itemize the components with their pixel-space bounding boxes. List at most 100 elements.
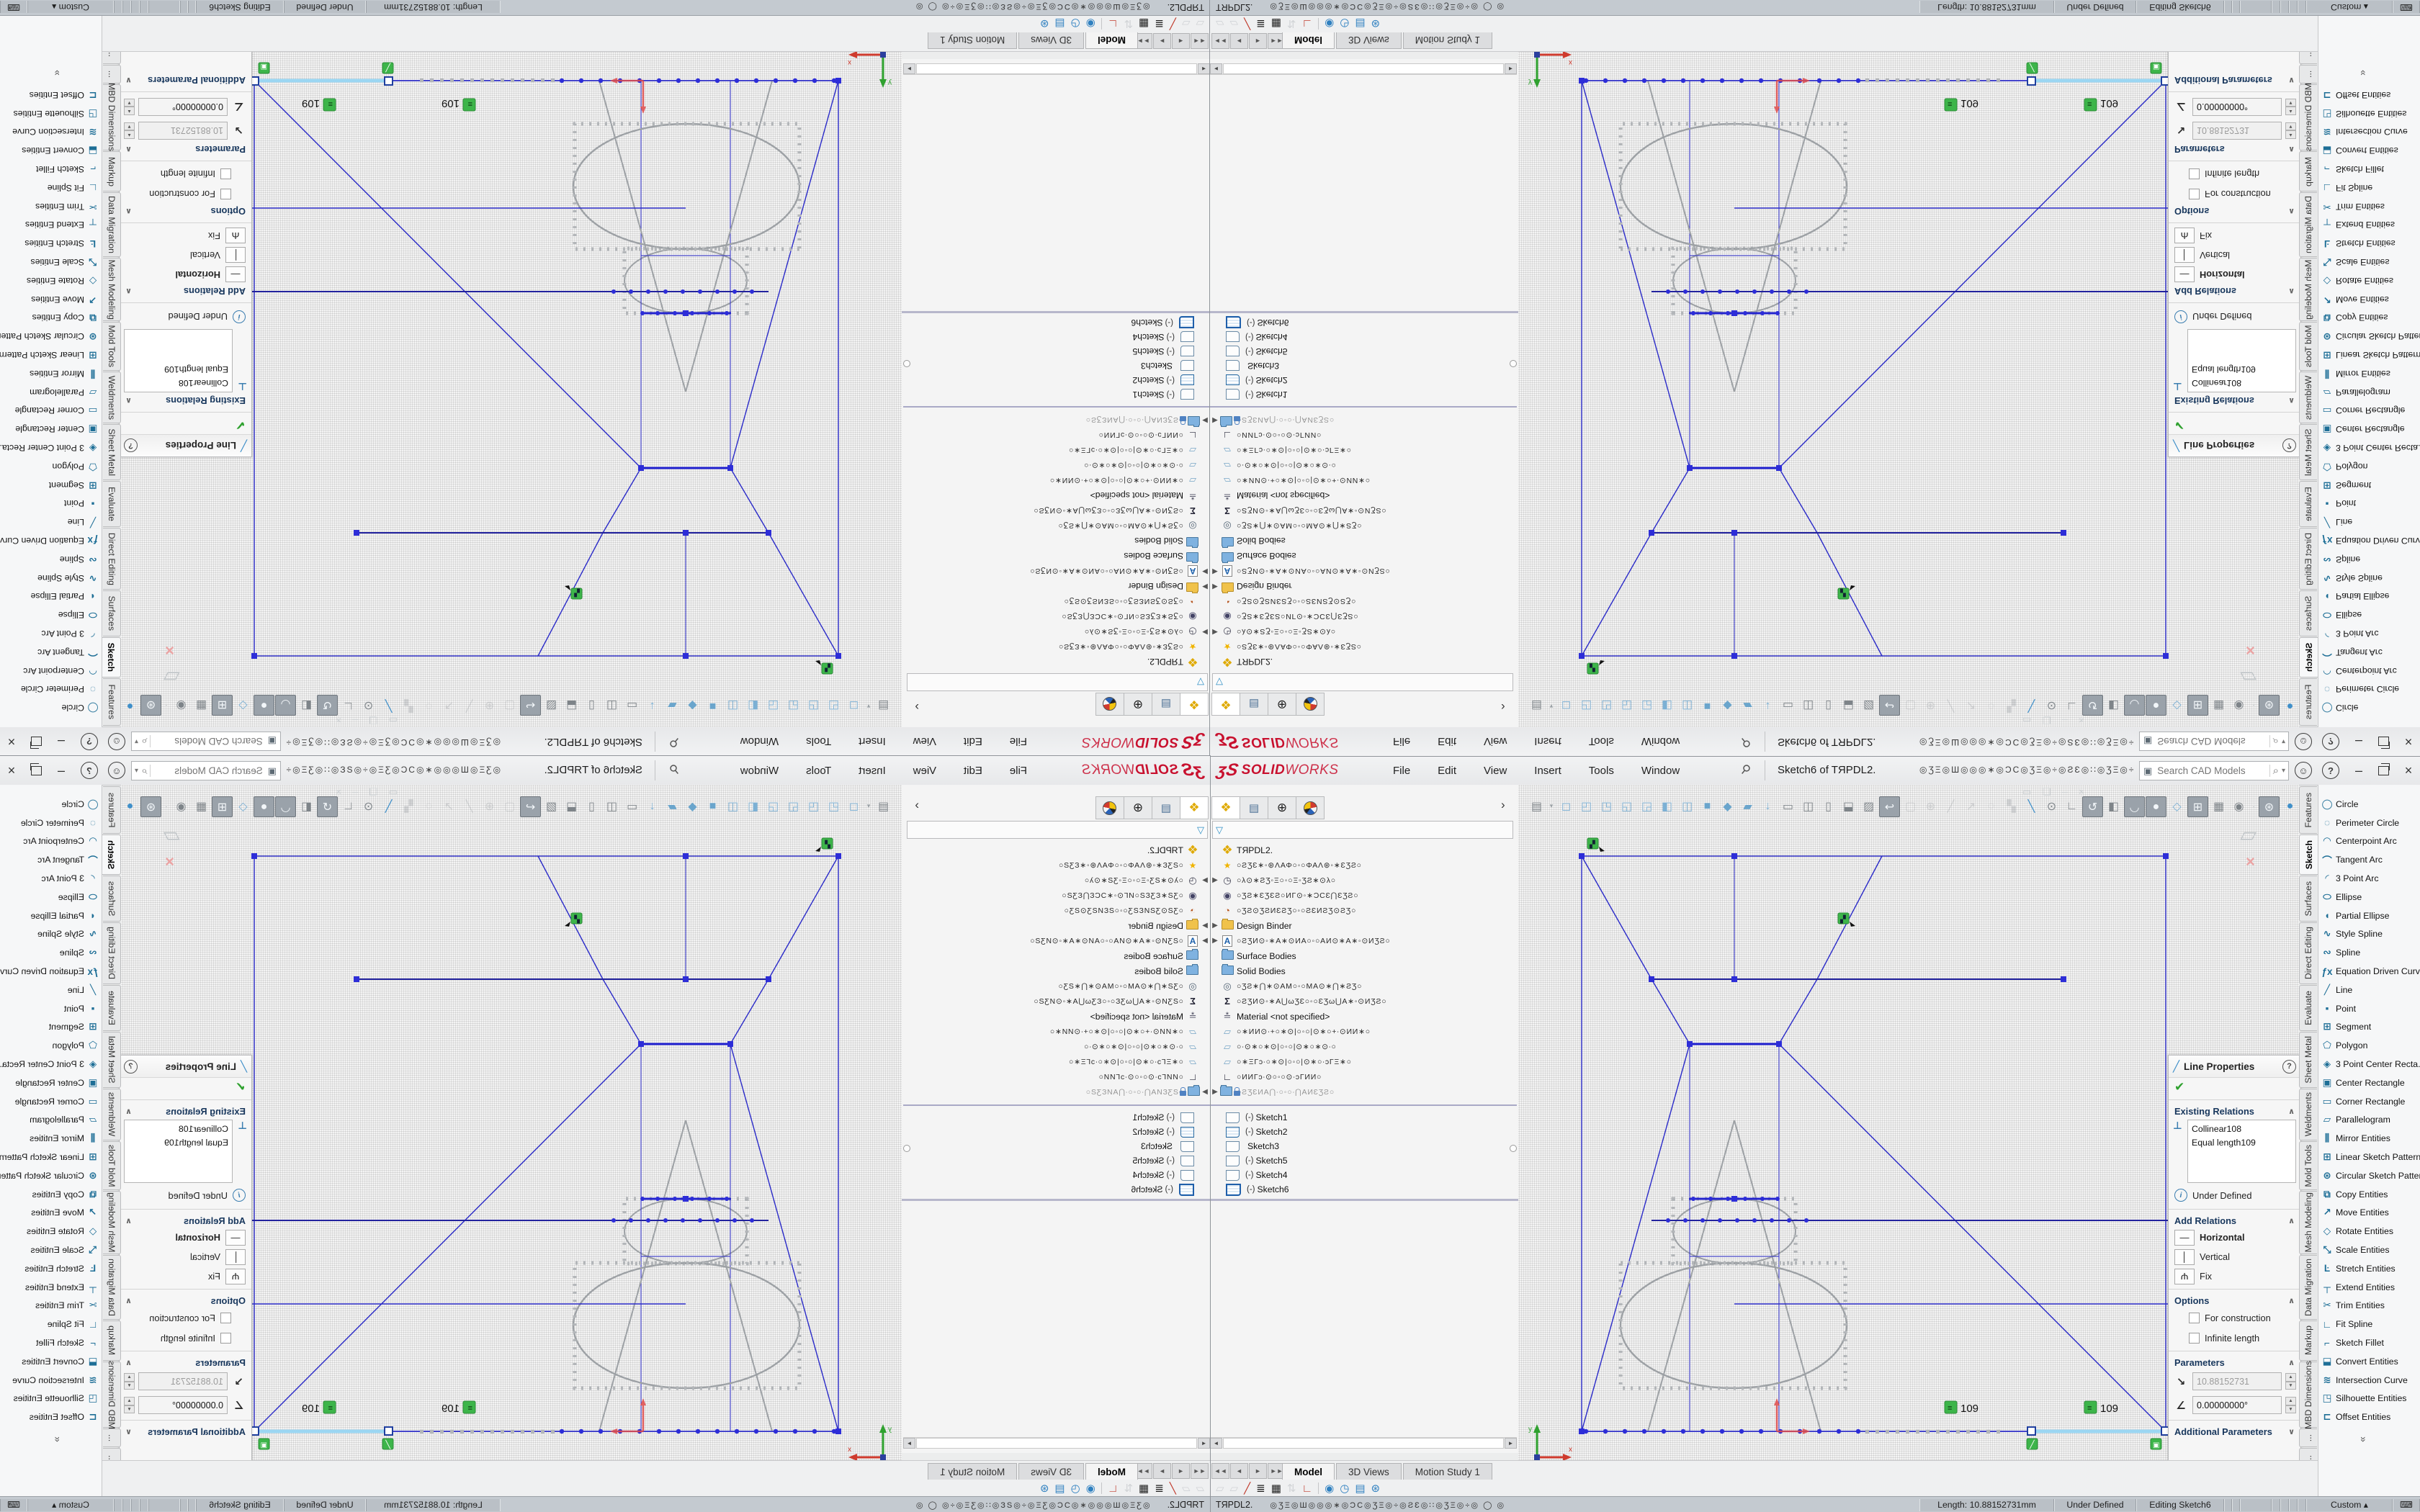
status--[interactable]: ⌨ [2393,1499,2420,1511]
user-account-icon[interactable]: ☺ [2295,733,2312,750]
tool-sketch-fillet[interactable]: ⌐Sketch Fillet [2318,160,2420,179]
view-toolbar-icon[interactable]: ↗ [439,796,459,816]
view-toolbar-icon[interactable]: ◰ [1577,796,1596,816]
doc-tab-3d-views[interactable]: 3D Views [1336,1463,1402,1480]
view-toolbar-icon[interactable]: ▢ [500,796,519,816]
view-toolbar-icon[interactable]: ⊕ [480,796,499,816]
option-for-construction[interactable]: For construction [2169,184,2300,204]
option-infinite-length[interactable]: Infinite length [2169,164,2300,184]
view-toolbar-icon[interactable]: ◇ [233,696,253,716]
view-toolbar-icon[interactable]: ▯ [582,796,601,816]
tool-ellipse[interactable]: ⬭Ellipse [2318,888,2420,906]
tree-item[interactable]: Surface Bodies [903,948,1210,963]
view-toolbar-icon[interactable]: ⬓ [562,796,581,816]
motion-toolbar-icon[interactable]: ⇅ [1287,17,1296,30]
view-toolbar-icon[interactable]: ∙ [2249,696,2258,716]
tab-featuremanager-tree[interactable]: ❖ [1180,796,1209,819]
tree-item-sketch4[interactable]: (-)Sketch4 [903,1168,1210,1182]
tree-item[interactable]: Surface Bodies [903,549,1210,564]
add-relation-fix[interactable]: ΨFix [120,226,251,246]
view-toolbar-icon[interactable]: ⬓ [1839,696,1858,716]
view-toolbar-icon[interactable]: ◰ [824,696,843,716]
motion-toolbar-icon[interactable]: ▦ [1271,17,1281,30]
tree-item[interactable]: Σ○ƧƷИ⊙◦∗Α⋃ωƷƐ○◦○ƐƷω⋃Α∗◦⊙ИƷƧ○ [1210,994,1517,1009]
tool-corner-rectangle[interactable]: ▭Corner Rectangle [0,401,102,420]
menu-file[interactable]: File [1390,762,1413,779]
length-spinner[interactable]: ▲▼ [2285,122,2296,139]
view-toolbar-icon[interactable]: ◳ [1597,696,1616,716]
tool-linear-sketch-pattern[interactable]: ⊞Linear Sketch Pattern [0,1148,102,1166]
view-toolbar-icon[interactable]: ● [2280,796,2300,816]
tool-3-point-center-recta-[interactable]: ◈3 Point Center Recta... [2318,438,2420,457]
scroll-right-icon[interactable]: ► [903,63,915,74]
tool-copy-entities[interactable]: ⧉Copy Entities [0,1185,102,1204]
motion-toolbar-icon[interactable]: ▤ [1054,1482,1065,1495]
tree-item-sketch1[interactable]: (-)Sketch1 [903,387,1210,402]
tree-item-sketch5[interactable]: (-)Sketch5 [1210,1153,1517,1168]
add-relation-vertical[interactable]: │Vertical [2169,1247,2300,1266]
command-tab--[interactable]: ... [2299,1428,2317,1447]
tab-featuremanager-tree[interactable]: ❖ [1180,693,1209,716]
view-toolbar-icon[interactable]: ◌ [419,796,439,816]
view-toolbar-icon[interactable]: ▯ [1819,696,1838,716]
menu-file[interactable]: File [1007,734,1030,750]
command-tab-direct-editing[interactable]: Direct Editing [2299,922,2317,984]
view-toolbar-icon[interactable]: ▨ [1859,696,1878,716]
command-tab-data-migration[interactable]: Data Migration [103,192,121,257]
tool-3-point-arc[interactable]: ◜3 Point Arc [2318,624,2420,643]
view-toolbar-icon[interactable]: ◡ [275,695,296,716]
motion-toolbar-icon[interactable]: ≣ [1256,17,1265,30]
panel-expand-arrow[interactable]: › [915,700,919,714]
motion-toolbar-icon[interactable]: ◉ [1325,1482,1334,1495]
motion-toolbar-icon[interactable]: ▱ [1230,17,1239,30]
tool-intersection-curve[interactable]: ≋Intersection Curve [2318,1371,2420,1390]
tool-corner-rectangle[interactable]: ▭Corner Rectangle [0,1092,102,1111]
view-toolbar-icon[interactable]: ▦ [2209,696,2228,716]
search-dropdown-icon[interactable]: ▾ [132,767,138,775]
view-toolbar-icon[interactable]: ⊛ [2259,695,2280,716]
doc-tab-model[interactable]: Model [1282,32,1335,49]
view-toolbar-icon[interactable]: ↺ [2082,695,2103,716]
length-field[interactable]: 10.88152731 [138,1372,228,1390]
dimension-109-right[interactable]: ≡ 109 [2084,97,2118,111]
tool-circular-sketch-pattern[interactable]: ⊛Circular Sketch Pattern [0,327,102,346]
command-tab-surfaces[interactable]: Surfaces [103,590,121,636]
view-toolbar-icon[interactable]: ◲ [1637,796,1657,816]
tab-configuration-manager[interactable]: ⊕ [1124,796,1152,819]
close-button[interactable]: × [2,763,21,778]
tool-parallelogram[interactable]: ▱Parallelogram [0,383,102,402]
tree-item[interactable]: Solid Bodies [1210,534,1517,549]
view-toolbar-icon[interactable]: ▚ [399,696,418,716]
status-under-defined[interactable]: Under Defined [284,1499,366,1511]
tool-equation-driven-curve[interactable]: ƒxEquation Driven Curve [0,531,102,550]
status-length-10-88152731mm[interactable]: Length: 10.88152731mm [366,1499,501,1511]
ok-button[interactable]: ✔ [120,1078,251,1097]
tree-item[interactable]: ▶◷○λ⊙∗ƧƷ◦Ξ○◦○Ξ◦ƷƧ∗⊙λ○ [903,624,1210,639]
command-tab-sketch[interactable]: Sketch [2299,834,2319,875]
tree-horizontal-scrollbar[interactable]: ◄ ► [903,63,1210,75]
view-toolbar-icon[interactable]: ▭ [622,796,642,816]
tab-nav-icon[interactable]: ◄ [1172,33,1190,49]
menu-file[interactable]: File [1007,762,1030,779]
tab-property-manager[interactable]: ▤ [1152,796,1180,819]
tool-circular-sketch-pattern[interactable]: ⊛Circular Sketch Pattern [2318,1166,2420,1185]
angle-spinner[interactable]: ▲▼ [124,99,135,115]
command-tab-mbd-dimensions[interactable]: MBD Dimensions [2299,1362,2317,1428]
tree-item[interactable]: ◎○ƷƧ∗⋂∗⊙ΑΜ○◦○ΜΑ⊙∗⋂∗ƧƷ○ [1210,518,1517,534]
tree-item[interactable]: ❖TЯPDL2. [1210,654,1517,670]
view-toolbar-icon[interactable]: ◌ [1981,796,2001,816]
expand-icon[interactable]: ∨ [2288,76,2295,85]
tool-trim-entities[interactable]: ✂Trim Entities [2318,1297,2420,1315]
tool-trim-entities[interactable]: ✂Trim Entities [2318,197,2420,216]
command-tab-sketch[interactable]: Sketch [101,834,121,875]
overflow-chevron-icon[interactable]: » [2358,71,2370,76]
view-toolbar-icon[interactable]: ▰ [663,796,682,816]
tree-horizontal-scrollbar[interactable]: ◄ ► [1210,63,1517,75]
help-icon[interactable]: ? [81,733,98,750]
status-editing-sketch6[interactable]: Editing Sketch6 [196,1,284,14]
expand-arrow-icon[interactable]: ▶ [1200,582,1210,590]
checkbox-icon[interactable] [220,189,231,200]
tool-circle[interactable]: ◯Circle [0,698,102,717]
tool-3-point-center-recta-[interactable]: ◈3 Point Center Recta... [0,438,102,457]
tool-circle[interactable]: ◯Circle [2318,698,2420,717]
